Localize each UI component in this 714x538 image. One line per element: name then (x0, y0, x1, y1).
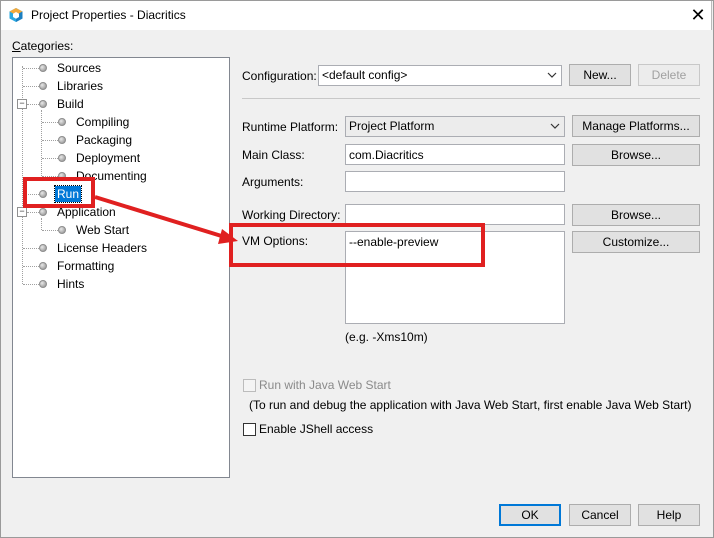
delete-config-button[interactable]: Delete (638, 64, 700, 86)
arguments-field[interactable] (345, 171, 565, 192)
jshell-label: Enable JShell access (259, 422, 374, 436)
collapse-icon[interactable]: − (17, 207, 27, 217)
category-packaging[interactable]: Packaging (76, 133, 132, 147)
netbeans-app-icon (9, 8, 23, 22)
tree-line (23, 248, 39, 249)
annotation-box-vm-options (229, 223, 485, 267)
node-icon (58, 154, 66, 162)
browse-working-directory-button[interactable]: Browse... (572, 204, 700, 226)
category-compiling[interactable]: Compiling (76, 115, 129, 129)
tree-line (41, 110, 42, 176)
runtime-platform-select[interactable]: Project Platform (345, 116, 565, 137)
annotation-box-run (23, 177, 95, 208)
node-icon (58, 118, 66, 126)
configuration-value: <default config> (322, 68, 408, 82)
category-web-start[interactable]: Web Start (76, 223, 129, 237)
categories-label-text: ategories: (20, 39, 74, 53)
category-libraries[interactable]: Libraries (57, 79, 103, 93)
runtime-platform-value: Project Platform (349, 119, 435, 133)
browse-main-class-button[interactable]: Browse... (572, 144, 700, 166)
manage-platforms-button[interactable]: Manage Platforms... (572, 115, 700, 137)
configuration-select[interactable]: <default config> (318, 65, 562, 86)
node-icon (39, 262, 47, 270)
arguments-label: Arguments: (242, 175, 304, 189)
collapse-icon[interactable]: − (17, 99, 27, 109)
web-start-note: (To run and debug the application with J… (249, 398, 692, 412)
node-icon (39, 280, 47, 288)
jshell-checkbox[interactable] (243, 423, 256, 436)
tree-line (42, 140, 58, 141)
node-icon (39, 208, 47, 216)
categories-label: Categories: (12, 39, 74, 53)
web-start-checkbox[interactable] (243, 379, 256, 392)
tree-line (23, 86, 39, 87)
main-class-field[interactable]: com.Diacritics (345, 144, 565, 165)
runtime-platform-label: Runtime Platform: (242, 120, 339, 134)
category-hints[interactable]: Hints (57, 277, 84, 291)
new-config-button[interactable]: New... (569, 64, 631, 86)
category-formatting[interactable]: Formatting (57, 259, 114, 273)
node-icon (39, 64, 47, 72)
tree-line (42, 158, 58, 159)
node-icon (39, 100, 47, 108)
cancel-button[interactable]: Cancel (569, 504, 631, 526)
separator (242, 98, 700, 99)
category-license-headers[interactable]: License Headers (57, 241, 147, 255)
tree-line (41, 218, 42, 230)
main-class-label: Main Class: (242, 148, 305, 162)
close-icon[interactable]: ✕ (688, 5, 708, 25)
tree-line (42, 122, 58, 123)
window-title: Project Properties - Diacritics (31, 8, 186, 22)
web-start-label: Run with Java Web Start (259, 378, 391, 392)
chevron-down-icon (547, 72, 557, 78)
node-icon (58, 226, 66, 234)
working-directory-field[interactable] (345, 204, 565, 225)
customize-button[interactable]: Customize... (572, 231, 700, 253)
node-icon (58, 136, 66, 144)
help-button[interactable]: Help (638, 504, 700, 526)
tree-line (23, 266, 39, 267)
tree-line (23, 68, 39, 69)
category-deployment[interactable]: Deployment (76, 151, 140, 165)
tree-line (42, 230, 58, 231)
categories-tree[interactable]: Sources Libraries − Build Compiling Pack… (12, 57, 230, 478)
ok-button[interactable]: OK (499, 504, 561, 526)
configuration-label: Configuration: (242, 69, 317, 83)
category-build[interactable]: Build (57, 97, 84, 111)
chevron-down-icon (550, 123, 560, 129)
node-icon (39, 244, 47, 252)
category-sources[interactable]: Sources (57, 61, 101, 75)
working-directory-label: Working Directory: (242, 208, 341, 222)
vm-options-hint: (e.g. -Xms10m) (345, 330, 428, 344)
node-icon (39, 82, 47, 90)
tree-line (23, 284, 39, 285)
tree-line (27, 104, 39, 105)
tree-line (27, 212, 39, 213)
